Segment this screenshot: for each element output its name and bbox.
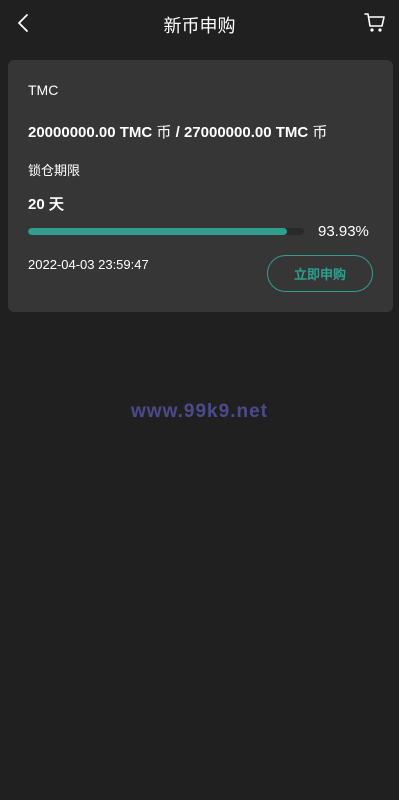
subscription-card: TMC 20000000.00 TMC 币 / 27000000.00 TMC … bbox=[8, 60, 393, 312]
cart-icon bbox=[364, 13, 385, 32]
lock-period-label: 锁仓期限 bbox=[28, 163, 81, 178]
progress-bar bbox=[28, 228, 304, 235]
app-header: 新币申购 bbox=[0, 0, 399, 46]
subscribed-amount: 20000000.00 TMC bbox=[28, 124, 153, 141]
watermark: www.99k9.net bbox=[131, 401, 268, 422]
subscribe-now-button[interactable]: 立即申购 bbox=[267, 255, 373, 292]
page-title: 新币申购 bbox=[163, 16, 236, 36]
end-time: 2022-04-03 23:59:47 bbox=[28, 257, 149, 272]
subscribed-unit: 币 bbox=[156, 124, 172, 141]
lock-period-value: 20 天 bbox=[28, 196, 64, 213]
cart-button[interactable] bbox=[363, 10, 387, 34]
coin-name: TMC bbox=[28, 82, 59, 98]
progress-percent: 93.93% bbox=[318, 223, 369, 240]
progress-fill bbox=[28, 228, 288, 235]
total-unit: 币 bbox=[312, 124, 328, 141]
total-amount: 27000000.00 TMC bbox=[183, 124, 309, 141]
supply-row: 20000000.00 TMC 币 / 27000000.00 TMC 币 bbox=[28, 121, 327, 142]
supply-separator: / bbox=[175, 124, 180, 141]
